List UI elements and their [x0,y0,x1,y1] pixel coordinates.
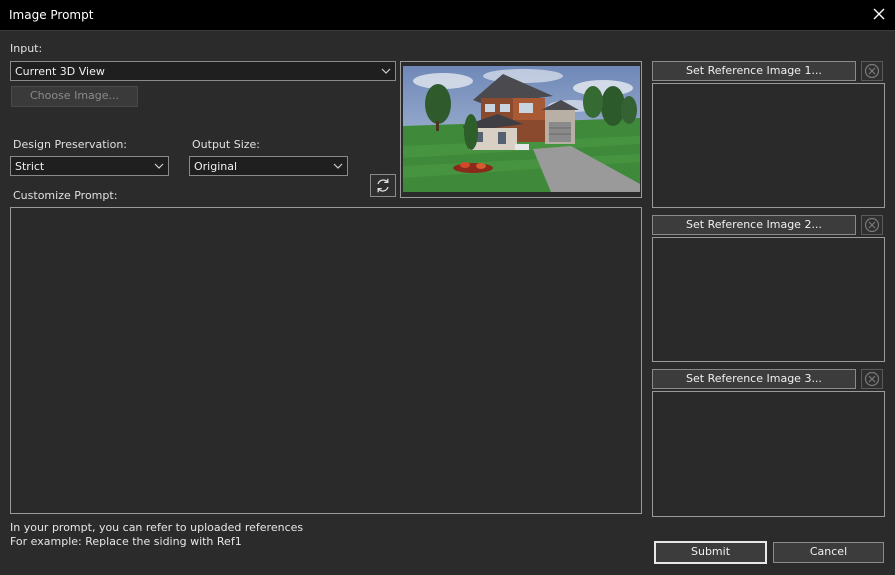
output-size-select[interactable]: Original [189,156,348,176]
submit-button[interactable]: Submit [654,541,767,564]
hint-line-1: In your prompt, you can refer to uploade… [10,521,304,534]
input-label: Input: [10,42,43,55]
chevron-down-icon [154,163,164,169]
design-preservation-select[interactable]: Strict [10,156,169,176]
hint-line-2: For example: Replace the siding with Ref… [10,535,242,548]
refresh-preview-button[interactable] [370,174,396,197]
prompt-textarea[interactable] [10,207,642,514]
input-preview [400,61,642,198]
title-bar: Image Prompt [0,0,895,31]
set-reference-image-1-button[interactable]: Set Reference Image 1... [652,61,856,81]
input-select-value: Current 3D View [15,65,105,78]
chevron-down-icon [333,163,343,169]
output-size-value: Original [194,160,238,173]
input-select[interactable]: Current 3D View [10,61,396,81]
remove-circle-icon[interactable] [861,61,883,81]
reference-image-1-preview [652,83,885,208]
refresh-icon [377,178,389,193]
close-icon[interactable] [871,6,887,22]
chevron-down-icon [381,68,391,74]
customize-prompt-label: Customize Prompt: [13,189,118,202]
design-preservation-label: Design Preservation: [13,138,128,151]
reference-image-3-preview [652,391,885,517]
house-preview-image [403,66,640,192]
design-preservation-value: Strict [15,160,45,173]
cancel-button[interactable]: Cancel [773,542,884,563]
remove-circle-icon[interactable] [861,215,883,235]
choose-image-button[interactable]: Choose Image... [11,86,138,107]
set-reference-image-3-button[interactable]: Set Reference Image 3... [652,369,856,389]
output-size-label: Output Size: [192,138,260,151]
set-reference-image-2-button[interactable]: Set Reference Image 2... [652,215,856,235]
remove-circle-icon[interactable] [861,369,883,389]
reference-image-2-preview [652,237,885,362]
window-title: Image Prompt [9,8,94,22]
